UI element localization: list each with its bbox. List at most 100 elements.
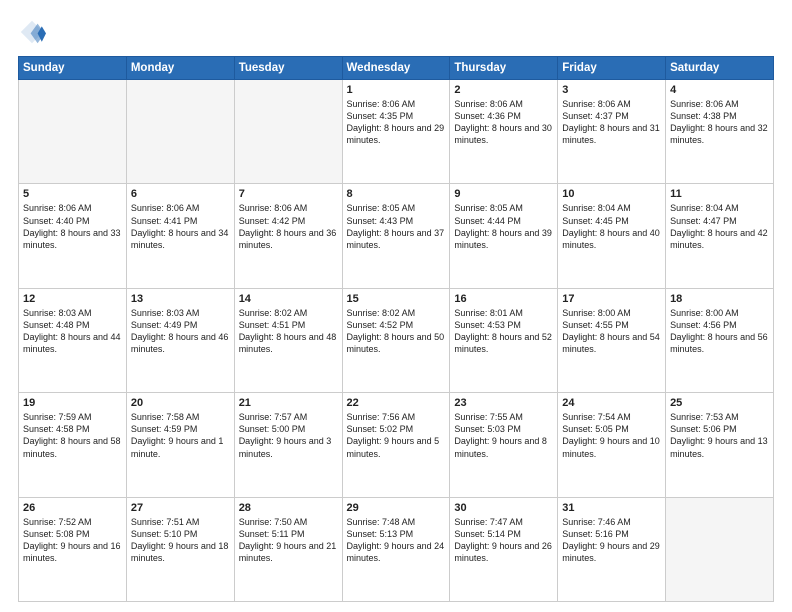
calendar-cell: 13 Sunrise: 8:03 AM Sunset: 4:49 PM Dayli… (126, 288, 234, 392)
day-info: Sunrise: 8:06 AM Sunset: 4:41 PM Dayligh… (131, 202, 230, 251)
day-info: Sunrise: 8:05 AM Sunset: 4:43 PM Dayligh… (347, 202, 446, 251)
calendar-cell: 24Sunrise: 7:54 AM Sunset: 5:05 PM Dayli… (558, 393, 666, 497)
weekday-header-friday: Friday (558, 57, 666, 80)
day-number: 19 (23, 397, 122, 409)
calendar-cell: 27Sunrise: 7:51 AM Sunset: 5:10 PM Dayli… (126, 497, 234, 601)
day-info: Sunrise: 8:02 AM Sunset: 4:52 PM Dayligh… (347, 307, 446, 356)
day-info: Sunrise: 8:04 AM Sunset: 4:45 PM Dayligh… (562, 202, 661, 251)
day-info: Sunrise: 8:02 AM Sunset: 4:51 PM Dayligh… (239, 307, 338, 356)
calendar-cell: 4 Sunrise: 8:06 AM Sunset: 4:38 PM Daylig… (666, 80, 774, 184)
day-info: Sunrise: 7:48 AM Sunset: 5:13 PM Dayligh… (347, 516, 446, 565)
calendar-cell: 18 Sunrise: 8:00 AM Sunset: 4:56 PM Dayli… (666, 288, 774, 392)
day-info: Sunrise: 8:06 AM Sunset: 4:40 PM Dayligh… (23, 202, 122, 251)
day-number: 20 (131, 397, 230, 409)
day-number: 1 (347, 84, 446, 96)
day-info: Sunrise: 8:05 AM Sunset: 4:44 PM Dayligh… (454, 202, 553, 251)
calendar-cell: 28Sunrise: 7:50 AM Sunset: 5:11 PM Dayli… (234, 497, 342, 601)
day-number: 22 (347, 397, 446, 409)
day-info: Sunrise: 8:00 AM Sunset: 4:55 PM Dayligh… (562, 307, 661, 356)
day-info: Sunrise: 7:58 AM Sunset: 4:59 PM Dayligh… (131, 411, 230, 460)
calendar-cell: 30 Sunrise: 7:47 AM Sunset: 5:14 PM Dayli… (450, 497, 558, 601)
calendar-cell: 26 Sunrise: 7:52 AM Sunset: 5:08 PM Dayli… (19, 497, 127, 601)
day-info: Sunrise: 7:55 AM Sunset: 5:03 PM Dayligh… (454, 411, 553, 460)
weekday-header-sunday: Sunday (19, 57, 127, 80)
calendar-cell: 14Sunrise: 8:02 AM Sunset: 4:51 PM Dayli… (234, 288, 342, 392)
logo (18, 18, 50, 46)
day-info: Sunrise: 7:57 AM Sunset: 5:00 PM Dayligh… (239, 411, 338, 460)
calendar-cell (666, 497, 774, 601)
day-number: 30 (454, 502, 553, 514)
weekday-header-thursday: Thursday (450, 57, 558, 80)
logo-icon (18, 18, 46, 46)
header (18, 18, 774, 46)
day-info: Sunrise: 8:06 AM Sunset: 4:36 PM Dayligh… (454, 98, 553, 147)
day-number: 18 (670, 293, 769, 305)
day-info: Sunrise: 8:06 AM Sunset: 4:35 PM Dayligh… (347, 98, 446, 147)
calendar-week-5: 26 Sunrise: 7:52 AM Sunset: 5:08 PM Dayli… (19, 497, 774, 601)
day-info: Sunrise: 7:51 AM Sunset: 5:10 PM Dayligh… (131, 516, 230, 565)
calendar-cell: 10 Sunrise: 8:04 AM Sunset: 4:45 PM Dayli… (558, 184, 666, 288)
calendar-cell: 8 Sunrise: 8:05 AM Sunset: 4:43 PM Daylig… (342, 184, 450, 288)
day-info: Sunrise: 7:47 AM Sunset: 5:14 PM Dayligh… (454, 516, 553, 565)
day-info: Sunrise: 8:00 AM Sunset: 4:56 PM Dayligh… (670, 307, 769, 356)
day-info: Sunrise: 7:52 AM Sunset: 5:08 PM Dayligh… (23, 516, 122, 565)
calendar-cell: 6 Sunrise: 8:06 AM Sunset: 4:41 PM Daylig… (126, 184, 234, 288)
day-info: Sunrise: 7:56 AM Sunset: 5:02 PM Dayligh… (347, 411, 446, 460)
day-number: 6 (131, 188, 230, 200)
day-info: Sunrise: 7:54 AM Sunset: 5:05 PM Dayligh… (562, 411, 661, 460)
calendar-cell: 21 Sunrise: 7:57 AM Sunset: 5:00 PM Dayli… (234, 393, 342, 497)
day-number: 5 (23, 188, 122, 200)
calendar-week-4: 19 Sunrise: 7:59 AM Sunset: 4:58 PM Dayli… (19, 393, 774, 497)
calendar-cell (234, 80, 342, 184)
weekday-header-saturday: Saturday (666, 57, 774, 80)
calendar-cell: 31Sunrise: 7:46 AM Sunset: 5:16 PM Dayli… (558, 497, 666, 601)
calendar-cell: 16Sunrise: 8:01 AM Sunset: 4:53 PM Dayli… (450, 288, 558, 392)
calendar-cell: 19 Sunrise: 7:59 AM Sunset: 4:58 PM Dayli… (19, 393, 127, 497)
day-number: 10 (562, 188, 661, 200)
calendar-cell: 5 Sunrise: 8:06 AM Sunset: 4:40 PM Daylig… (19, 184, 127, 288)
day-number: 7 (239, 188, 338, 200)
page: SundayMondayTuesdayWednesdayThursdayFrid… (0, 0, 792, 612)
day-info: Sunrise: 8:03 AM Sunset: 4:49 PM Dayligh… (131, 307, 230, 356)
day-number: 11 (670, 188, 769, 200)
day-number: 17 (562, 293, 661, 305)
calendar-cell: 1 Sunrise: 8:06 AM Sunset: 4:35 PM Daylig… (342, 80, 450, 184)
day-number: 26 (23, 502, 122, 514)
calendar-cell: 12Sunrise: 8:03 AM Sunset: 4:48 PM Dayli… (19, 288, 127, 392)
calendar-cell: 22 Sunrise: 7:56 AM Sunset: 5:02 PM Dayli… (342, 393, 450, 497)
calendar-cell: 25 Sunrise: 7:53 AM Sunset: 5:06 PM Dayli… (666, 393, 774, 497)
day-info: Sunrise: 7:59 AM Sunset: 4:58 PM Dayligh… (23, 411, 122, 460)
calendar-cell: 9 Sunrise: 8:05 AM Sunset: 4:44 PM Daylig… (450, 184, 558, 288)
calendar-cell: 11 Sunrise: 8:04 AM Sunset: 4:47 PM Dayli… (666, 184, 774, 288)
calendar-week-1: 1 Sunrise: 8:06 AM Sunset: 4:35 PM Daylig… (19, 80, 774, 184)
day-number: 13 (131, 293, 230, 305)
day-info: Sunrise: 7:53 AM Sunset: 5:06 PM Dayligh… (670, 411, 769, 460)
day-info: Sunrise: 8:06 AM Sunset: 4:38 PM Dayligh… (670, 98, 769, 147)
weekday-header-wednesday: Wednesday (342, 57, 450, 80)
calendar-cell: 7Sunrise: 8:06 AM Sunset: 4:42 PM Daylig… (234, 184, 342, 288)
calendar-cell: 23Sunrise: 7:55 AM Sunset: 5:03 PM Dayli… (450, 393, 558, 497)
calendar-cell: 3 Sunrise: 8:06 AM Sunset: 4:37 PM Daylig… (558, 80, 666, 184)
day-number: 15 (347, 293, 446, 305)
calendar-week-2: 5 Sunrise: 8:06 AM Sunset: 4:40 PM Daylig… (19, 184, 774, 288)
day-number: 2 (454, 84, 553, 96)
weekday-header-row: SundayMondayTuesdayWednesdayThursdayFrid… (19, 57, 774, 80)
day-info: Sunrise: 8:06 AM Sunset: 4:37 PM Dayligh… (562, 98, 661, 147)
weekday-header-tuesday: Tuesday (234, 57, 342, 80)
calendar-week-3: 12Sunrise: 8:03 AM Sunset: 4:48 PM Dayli… (19, 288, 774, 392)
calendar-cell (126, 80, 234, 184)
day-number: 9 (454, 188, 553, 200)
calendar-cell: 29Sunrise: 7:48 AM Sunset: 5:13 PM Dayli… (342, 497, 450, 601)
day-number: 25 (670, 397, 769, 409)
day-number: 21 (239, 397, 338, 409)
day-number: 16 (454, 293, 553, 305)
day-number: 8 (347, 188, 446, 200)
day-number: 4 (670, 84, 769, 96)
day-number: 3 (562, 84, 661, 96)
day-info: Sunrise: 7:46 AM Sunset: 5:16 PM Dayligh… (562, 516, 661, 565)
calendar-cell (19, 80, 127, 184)
day-number: 12 (23, 293, 122, 305)
day-info: Sunrise: 8:04 AM Sunset: 4:47 PM Dayligh… (670, 202, 769, 251)
weekday-header-monday: Monday (126, 57, 234, 80)
calendar-cell: 15 Sunrise: 8:02 AM Sunset: 4:52 PM Dayli… (342, 288, 450, 392)
